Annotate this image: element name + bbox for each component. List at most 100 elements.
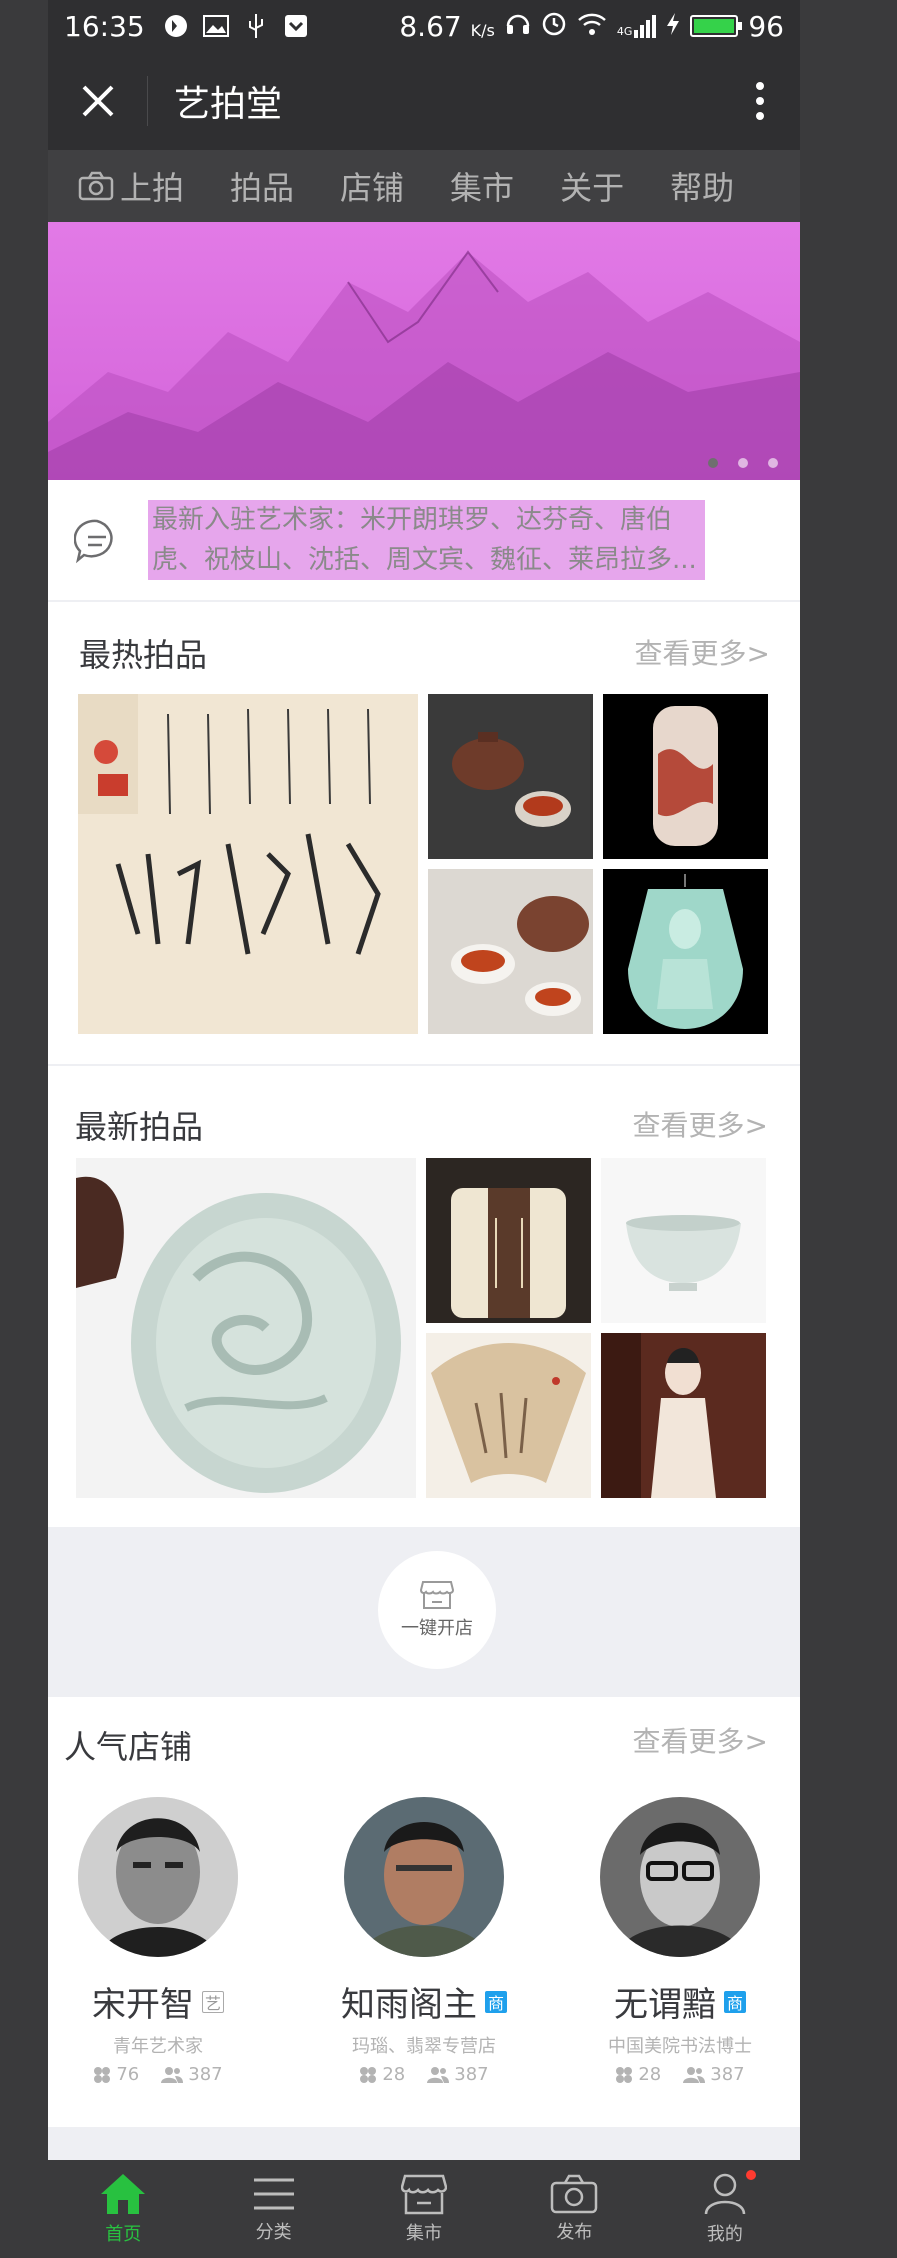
- banner-carousel[interactable]: [48, 222, 800, 480]
- battery-icon: [690, 15, 743, 37]
- merchant-badge: 商: [485, 1990, 507, 2013]
- latest-lot-bowl[interactable]: [601, 1158, 766, 1323]
- hot-lot-calligraphy[interactable]: [78, 694, 418, 1034]
- menu-icon: [253, 2178, 294, 2210]
- shop-card[interactable]: 知雨阁主商 玛瑙、翡翠专营店 28 387: [314, 1797, 534, 2085]
- jade-pendant-image: [603, 869, 768, 1034]
- porcelain-figure-image: [601, 1333, 766, 1498]
- tab-category[interactable]: 分类: [198, 2160, 348, 2258]
- shop-description: 玛瑙、翡翠专营店: [352, 2036, 496, 2057]
- nav-item-label: 店铺: [340, 169, 405, 207]
- latest-lot-tea-bag[interactable]: [426, 1158, 591, 1323]
- nav-item-market[interactable]: 集市: [450, 163, 514, 209]
- tab-mine[interactable]: 我的: [650, 2160, 800, 2258]
- charging-icon: [666, 10, 680, 43]
- divider: [48, 600, 800, 602]
- tea-package-image: [426, 1158, 591, 1323]
- latest-lot-fan-painting[interactable]: [426, 1333, 591, 1498]
- calligraphy-image: [78, 694, 418, 1034]
- user-icon: [704, 2173, 746, 2215]
- jade-dragon-image: [76, 1158, 416, 1498]
- more-button[interactable]: [720, 81, 800, 121]
- close-button[interactable]: [48, 76, 148, 126]
- shop-name: 知雨阁主: [341, 1985, 477, 2025]
- notification-dot: [745, 2170, 756, 2180]
- headset-icon: [505, 10, 531, 43]
- message-icon: [74, 519, 113, 564]
- bottom-tab-bar: 首页 分类 集市 发布 我的: [48, 2160, 800, 2258]
- nav-item-label: 关于: [560, 169, 625, 207]
- notice-text: 最新入驻艺术家：米开朗琪罗、达芬奇、唐伯虎、祝枝山、沈括、周文宾、魏征、莱昂拉多…: [148, 500, 705, 580]
- fans-count: 387: [427, 2064, 489, 2085]
- shop-card[interactable]: 无谓黯商 中国美院书法博士 28 387: [570, 1797, 790, 2085]
- clover-icon: [616, 2066, 633, 2083]
- alarm-icon: [541, 10, 567, 43]
- tab-label: 发布: [556, 2222, 593, 2243]
- notice-bar[interactable]: 最新入驻艺术家：米开朗琪罗、达芬奇、唐伯虎、祝枝山、沈括、周文宾、魏征、莱昂拉多…: [48, 480, 800, 600]
- artist-badge: 艺: [202, 1990, 224, 2013]
- portrait-image: [78, 1797, 238, 1957]
- image-icon: [202, 13, 229, 39]
- status-bar: 16:35 8.67 K/s 4G 96: [48, 0, 800, 52]
- tab-label: 我的: [706, 2224, 743, 2245]
- merchant-badge: 商: [724, 1990, 746, 2013]
- shop-card[interactable]: 宋开智艺 青年艺术家 76 387: [48, 1797, 268, 2085]
- shop-stats: 76 387: [48, 2064, 268, 2085]
- page-title: 艺拍堂: [174, 84, 283, 125]
- clock: 16:35: [64, 9, 145, 43]
- fans-count: 387: [161, 2064, 223, 2085]
- nav-item-label: 上拍: [120, 169, 185, 207]
- fan-painting-image: [426, 1333, 591, 1498]
- hot-lots-title: 最热拍品: [79, 636, 208, 674]
- shop-stats: 28 387: [570, 2064, 790, 2085]
- seal-stone-image: [603, 694, 768, 859]
- footer-spacer: [48, 2127, 800, 2160]
- notification-icon: [163, 13, 189, 39]
- tab-market[interactable]: 集市: [349, 2160, 499, 2258]
- hot-lot-seal-stone[interactable]: [603, 694, 768, 859]
- latest-lots-title: 最新拍品: [75, 1108, 204, 1146]
- latest-lots-more-link[interactable]: 查看更多>: [633, 1104, 768, 1144]
- tea-set-image: [428, 869, 593, 1034]
- portrait-image: [344, 1797, 504, 1957]
- site-nav: 上拍 拍品 店铺 集市 关于 帮助: [48, 150, 800, 222]
- celadon-bowl-image: [601, 1158, 766, 1323]
- tab-publish[interactable]: 发布: [499, 2160, 649, 2258]
- store-icon: [420, 1581, 454, 1609]
- tab-label: 集市: [406, 2223, 443, 2244]
- popular-shops-title: 人气店铺: [64, 1728, 193, 1766]
- camera-icon: [78, 171, 114, 201]
- hot-lot-teapot[interactable]: [428, 694, 593, 859]
- carousel-indicator[interactable]: [708, 458, 778, 468]
- users-icon: [161, 2066, 184, 2083]
- nav-item-about[interactable]: 关于: [560, 163, 624, 209]
- more-vertical-icon: [756, 82, 764, 120]
- avatar: [78, 1797, 238, 1957]
- close-icon: [82, 85, 113, 117]
- users-icon: [683, 2066, 706, 2083]
- wifi-icon: [577, 10, 607, 43]
- popular-shops-more-link[interactable]: 查看更多>: [633, 1720, 768, 1760]
- nav-item-label: 集市: [450, 169, 515, 207]
- hot-lots-more-link[interactable]: 查看更多>: [635, 632, 770, 672]
- latest-lot-jade-dragon[interactable]: [76, 1158, 416, 1498]
- open-shop-section: 一键开店: [48, 1527, 800, 1697]
- avatar: [600, 1797, 760, 1957]
- battery-level: 96: [748, 9, 784, 43]
- nav-item-shops[interactable]: 店铺: [340, 163, 404, 209]
- nav-item-label: 帮助: [670, 169, 735, 207]
- banner-landscape-image: [48, 250, 800, 480]
- open-shop-button[interactable]: 一键开店: [378, 1551, 496, 1669]
- nav-item-help[interactable]: 帮助: [670, 163, 734, 209]
- tab-home[interactable]: 首页: [48, 2160, 198, 2258]
- latest-lot-porcelain-figure[interactable]: [601, 1333, 766, 1498]
- teapot-image: [428, 694, 593, 859]
- nav-item-upload[interactable]: 上拍: [78, 163, 184, 209]
- pocket-icon: [283, 13, 309, 39]
- hot-lot-jade-guanyin[interactable]: [603, 869, 768, 1034]
- main-content: 最新入驻艺术家：米开朗琪罗、达芬奇、唐伯虎、祝枝山、沈括、周文宾、魏征、莱昂拉多…: [48, 222, 800, 2160]
- hot-lot-tea-set[interactable]: [428, 869, 593, 1034]
- shop-name: 宋开智: [92, 1985, 194, 2025]
- nav-item-lots[interactable]: 拍品: [230, 163, 294, 209]
- nav-item-label: 拍品: [230, 169, 295, 207]
